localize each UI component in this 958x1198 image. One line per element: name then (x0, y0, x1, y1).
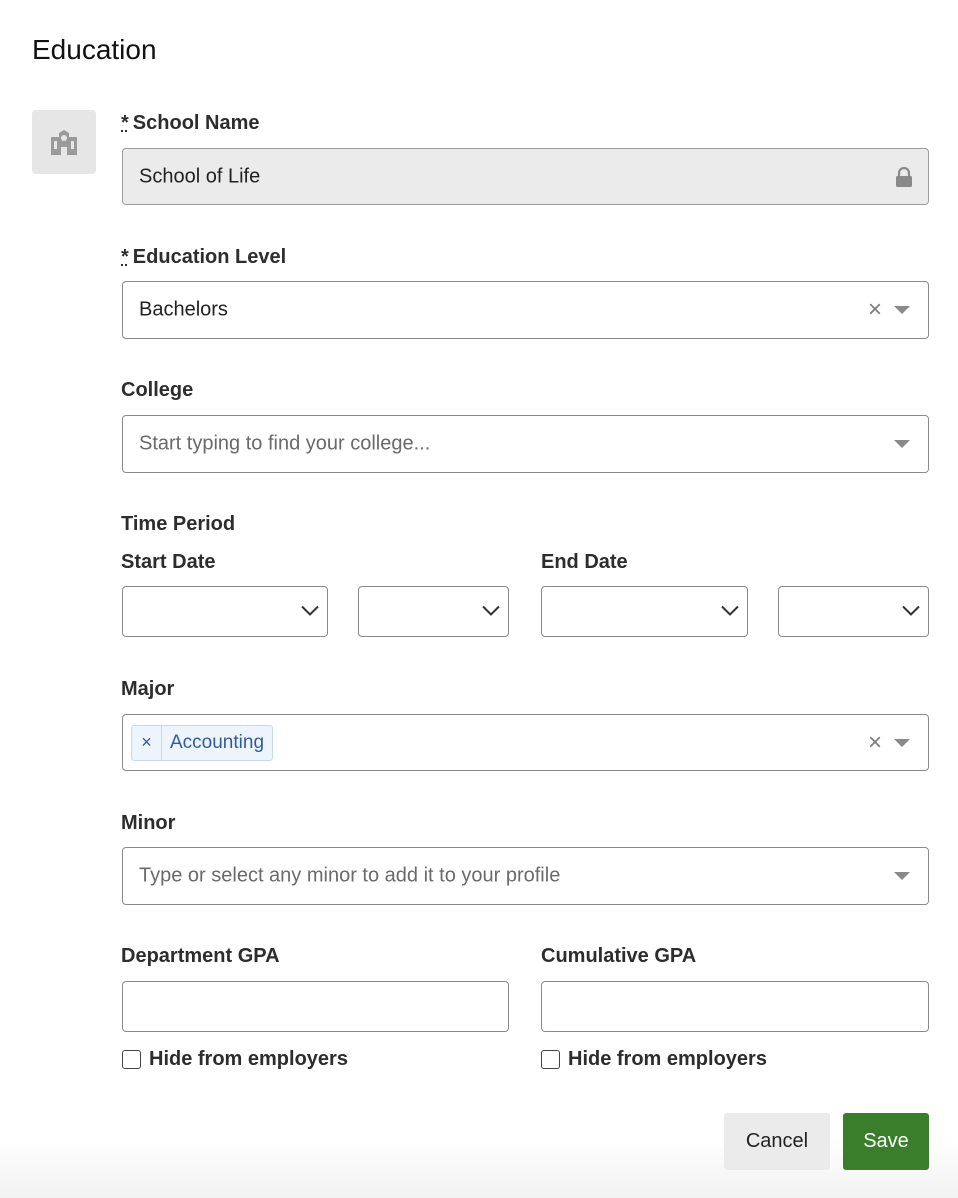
hide-cumulative-gpa-checkbox[interactable] (541, 1050, 560, 1069)
hide-cumulative-gpa-label[interactable]: Hide from employers (568, 1048, 767, 1071)
dropdown-caret-icon[interactable] (894, 872, 910, 880)
hide-department-gpa-label[interactable]: Hide from employers (149, 1048, 348, 1071)
school-name-label: * School Name (121, 112, 260, 135)
education-level-value: Bachelors (139, 298, 228, 321)
minor-label: Minor (121, 812, 176, 834)
chevron-down-icon (900, 600, 922, 623)
education-level-select[interactable]: Bachelors × (122, 281, 929, 339)
major-label: Major (121, 678, 175, 700)
end-date-label: End Date (541, 551, 628, 573)
start-date-label: Start Date (121, 551, 216, 573)
cancel-button[interactable]: Cancel (724, 1113, 830, 1170)
end-month-select[interactable] (541, 586, 748, 637)
minor-input[interactable]: Type or select any minor to add it to yo… (122, 847, 929, 905)
college-label: College (121, 379, 194, 401)
college-placeholder: Start typing to find your college... (139, 432, 431, 455)
school-name-value: School of Life (139, 165, 261, 187)
time-period-label: Time Period (121, 513, 236, 535)
major-multiselect[interactable]: × Accounting × (122, 714, 929, 771)
lock-icon (894, 166, 914, 188)
end-year-select[interactable] (778, 586, 929, 637)
education-level-label-text: Education Level (132, 246, 287, 268)
start-year-select[interactable] (358, 586, 509, 637)
dropdown-caret-icon[interactable] (894, 440, 910, 448)
dropdown-caret-icon[interactable] (894, 738, 910, 747)
start-month-select[interactable] (122, 586, 328, 637)
department-gpa-label: Department GPA (121, 945, 280, 967)
dropdown-caret-icon[interactable] (894, 306, 910, 314)
major-tag-label: Accounting (170, 731, 265, 753)
minor-placeholder: Type or select any minor to add it to yo… (139, 864, 561, 887)
hide-department-gpa-checkbox[interactable] (122, 1050, 141, 1069)
chevron-down-icon (480, 600, 502, 623)
cumulative-gpa-hide-row: Hide from employers (541, 1048, 767, 1071)
school-building-icon (51, 130, 77, 155)
education-form-page: Education * School Name School of Life * E… (0, 0, 958, 1198)
cumulative-gpa-label: Cumulative GPA (541, 945, 697, 967)
cumulative-gpa-input[interactable] (541, 981, 929, 1032)
required-mark: * (121, 246, 129, 268)
major-tag: × Accounting (131, 724, 274, 761)
clear-icon[interactable]: × (868, 298, 882, 322)
chevron-down-icon (719, 600, 741, 623)
remove-tag-icon[interactable]: × (132, 725, 162, 760)
department-gpa-input[interactable] (122, 981, 509, 1032)
page-title: Education (32, 34, 157, 65)
required-mark: * (121, 112, 129, 134)
school-name-label-text: School Name (132, 112, 260, 134)
chevron-down-icon (299, 600, 321, 623)
department-gpa-hide-row: Hide from employers (122, 1048, 348, 1071)
school-logo-placeholder (32, 110, 96, 174)
college-input[interactable]: Start typing to find your college... (122, 415, 929, 473)
education-level-label: * Education Level (121, 246, 286, 269)
school-name-field[interactable]: School of Life (122, 148, 929, 205)
clear-icon[interactable]: × (868, 730, 882, 755)
save-button[interactable]: Save (843, 1113, 929, 1170)
